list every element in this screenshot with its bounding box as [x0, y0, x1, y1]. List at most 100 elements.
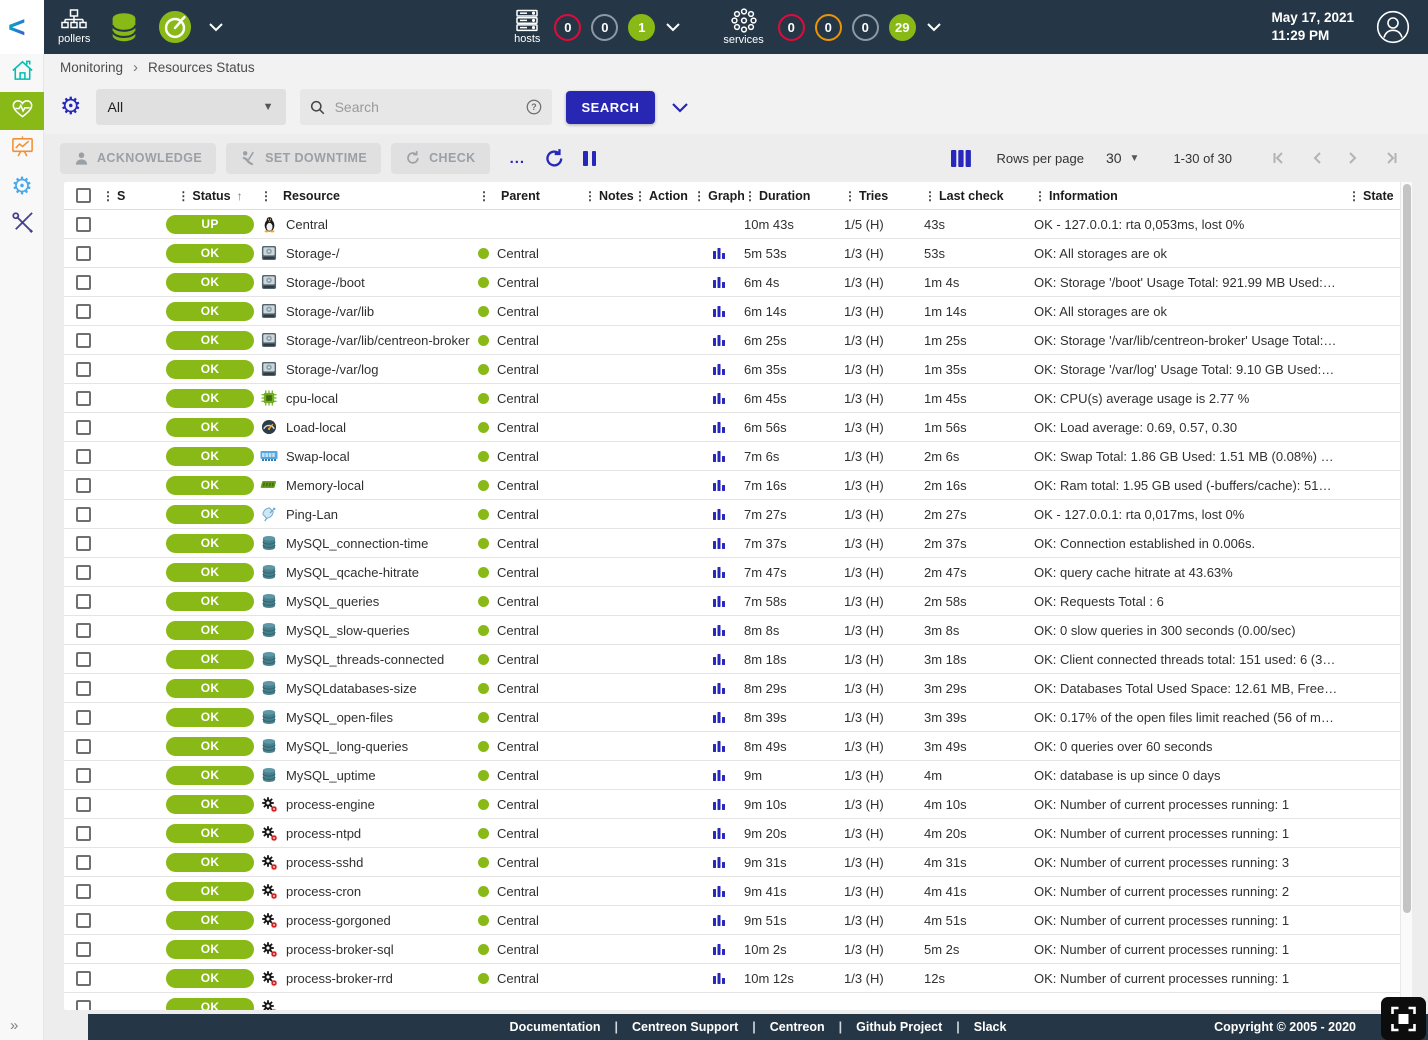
column-drag-handle-icon[interactable]: ⋮	[177, 189, 189, 203]
row-checkbox[interactable]	[76, 217, 91, 232]
column-header-tries[interactable]: ⋮Tries	[844, 189, 924, 203]
parent-cell[interactable]: Central	[478, 449, 584, 464]
table-row[interactable]: OKStorage-/var/lib/centreon-brokerCentra…	[64, 326, 1412, 355]
parent-cell[interactable]: Central	[478, 710, 584, 725]
parent-cell[interactable]: Central	[478, 913, 584, 928]
status-badge[interactable]: OK	[166, 766, 254, 785]
resource-cell[interactable]: Ping-Lan	[260, 505, 478, 523]
status-badge[interactable]: OK	[166, 621, 254, 640]
status-badge[interactable]: OK	[166, 360, 254, 379]
footer-link-github-project[interactable]: Github Project	[842, 1020, 956, 1034]
column-header-information[interactable]: ⋮Information	[1034, 189, 1348, 203]
graph-icon[interactable]	[712, 855, 726, 869]
graph-icon[interactable]	[712, 623, 726, 637]
row-checkbox[interactable]	[76, 623, 91, 638]
resource-cell[interactable]: MySQL_connection-time	[260, 534, 478, 552]
resource-cell[interactable]: MySQL_slow-queries	[260, 621, 478, 639]
refresh-button[interactable]	[544, 148, 565, 169]
table-row[interactable]: OKprocess-cronCentral9m 41s1/3 (H)4m 41s…	[64, 877, 1412, 906]
column-drag-handle-icon[interactable]: ⋮	[478, 189, 490, 203]
status-badge[interactable]: OK	[166, 273, 254, 292]
table-row[interactable]: OKStorage-/var/libCentral6m 14s1/3 (H)1m…	[64, 297, 1412, 326]
check-button[interactable]: CHECK	[391, 143, 489, 174]
parent-cell[interactable]: Central	[478, 362, 584, 377]
parent-cell[interactable]: Central	[478, 623, 584, 638]
table-row[interactable]: OKprocess-broker-rrdCentral10m 12s1/3 (H…	[64, 964, 1412, 993]
parent-cell[interactable]: Central	[478, 391, 584, 406]
status-badge[interactable]: OK	[166, 505, 254, 524]
parent-cell[interactable]: Central	[478, 942, 584, 957]
pollers-menu[interactable]: pollers	[58, 9, 90, 45]
graph-icon[interactable]	[712, 478, 726, 492]
pollers-chevron-down-icon[interactable]	[208, 22, 224, 32]
table-row[interactable]: OKLoad-localCentral6m 56s1/3 (H)1m 56sOK…	[64, 413, 1412, 442]
resource-cell[interactable]: MySQLdatabases-size	[260, 679, 478, 697]
status-badge[interactable]: OK	[166, 389, 254, 408]
more-actions-button[interactable]: ...	[510, 150, 526, 167]
table-row[interactable]: OK	[64, 993, 1412, 1010]
status-badge[interactable]: OK	[166, 737, 254, 756]
search-input[interactable]	[335, 99, 516, 115]
table-row[interactable]: OKMySQL_long-queriesCentral8m 49s1/3 (H)…	[64, 732, 1412, 761]
select-all-checkbox[interactable]	[76, 188, 91, 203]
resource-cell[interactable]: MySQL_queries	[260, 592, 478, 610]
status-badge[interactable]: OK	[166, 969, 254, 988]
row-checkbox[interactable]	[76, 275, 91, 290]
parent-cell[interactable]: Central	[478, 652, 584, 667]
parent-cell[interactable]: Central	[478, 855, 584, 870]
fullscreen-button[interactable]	[1381, 997, 1426, 1040]
centreon-logo[interactable]: <	[0, 0, 44, 54]
parent-cell[interactable]: Central	[478, 797, 584, 812]
parent-cell[interactable]: Central	[478, 478, 584, 493]
row-checkbox[interactable]	[76, 246, 91, 261]
table-row[interactable]: OKprocess-gorgonedCentral9m 51s1/3 (H)4m…	[64, 906, 1412, 935]
row-checkbox[interactable]	[76, 884, 91, 899]
status-badge[interactable]: OK	[166, 650, 254, 669]
resource-cell[interactable]: Storage-/var/lib	[260, 302, 478, 320]
table-row[interactable]: OKStorage-/Central5m 53s1/3 (H)53sOK: Al…	[64, 239, 1412, 268]
scrollbar-thumb[interactable]	[1403, 184, 1411, 913]
parent-cell[interactable]: Central	[478, 768, 584, 783]
column-drag-handle-icon[interactable]: ⋮	[1034, 189, 1046, 203]
graph-icon[interactable]	[712, 449, 726, 463]
graph-icon[interactable]	[712, 304, 726, 318]
graph-icon[interactable]	[712, 913, 726, 927]
column-header-parent[interactable]: ⋮Parent	[478, 189, 584, 203]
resource-cell[interactable]: process-broker-sql	[260, 940, 478, 958]
breadcrumb-resources-status[interactable]: Resources Status	[148, 60, 255, 75]
column-header-duration[interactable]: ⋮Duration	[744, 189, 844, 203]
column-drag-handle-icon[interactable]: ⋮	[924, 189, 936, 203]
column-header-action[interactable]: ⋮Action	[634, 189, 694, 203]
parent-cell[interactable]: Central	[478, 971, 584, 986]
filters-expand-chevron-icon[interactable]	[671, 102, 689, 113]
graph-icon[interactable]	[712, 565, 726, 579]
table-row[interactable]: UPCentral10m 43s1/5 (H)43sOK - 127.0.0.1…	[64, 210, 1412, 239]
status-badge[interactable]: OK	[166, 476, 254, 495]
table-row[interactable]: OKStorage-/var/logCentral6m 35s1/3 (H)1m…	[64, 355, 1412, 384]
services-menu[interactable]: services	[723, 8, 763, 46]
parent-cell[interactable]: Central	[478, 536, 584, 551]
parent-cell[interactable]: Central	[478, 304, 584, 319]
row-checkbox[interactable]	[76, 971, 91, 986]
graph-icon[interactable]	[712, 391, 726, 405]
parent-cell[interactable]: Central	[478, 246, 584, 261]
next-page-button[interactable]	[1347, 150, 1359, 166]
footer-link-documentation[interactable]: Documentation	[496, 1020, 615, 1034]
hosts-chevron-down-icon[interactable]	[665, 22, 681, 32]
parent-cell[interactable]: Central	[478, 275, 584, 290]
first-page-button[interactable]	[1270, 150, 1287, 166]
column-header-notes[interactable]: ⋮Notes	[584, 189, 634, 203]
table-row[interactable]: OKMySQL_qcache-hitrateCentral7m 47s1/3 (…	[64, 558, 1412, 587]
column-header-status[interactable]: ⋮Status↑	[160, 189, 260, 203]
table-row[interactable]: OKMySQL_open-filesCentral8m 39s1/3 (H)3m…	[64, 703, 1412, 732]
table-row[interactable]: OKStorage-/bootCentral6m 4s1/3 (H)1m 4sO…	[64, 268, 1412, 297]
user-avatar[interactable]	[1376, 10, 1410, 44]
breadcrumb-monitoring[interactable]: Monitoring	[60, 60, 123, 75]
row-checkbox[interactable]	[76, 449, 91, 464]
filter-criterias-select[interactable]: All ▼	[96, 89, 286, 125]
filter-settings-gear-icon[interactable]: ⚙	[60, 95, 82, 119]
column-header-s[interactable]: ⋮S	[102, 189, 160, 203]
sidebar-item-reporting[interactable]	[0, 130, 44, 168]
row-checkbox[interactable]	[76, 768, 91, 783]
services-counter-green[interactable]: 29	[889, 14, 916, 41]
